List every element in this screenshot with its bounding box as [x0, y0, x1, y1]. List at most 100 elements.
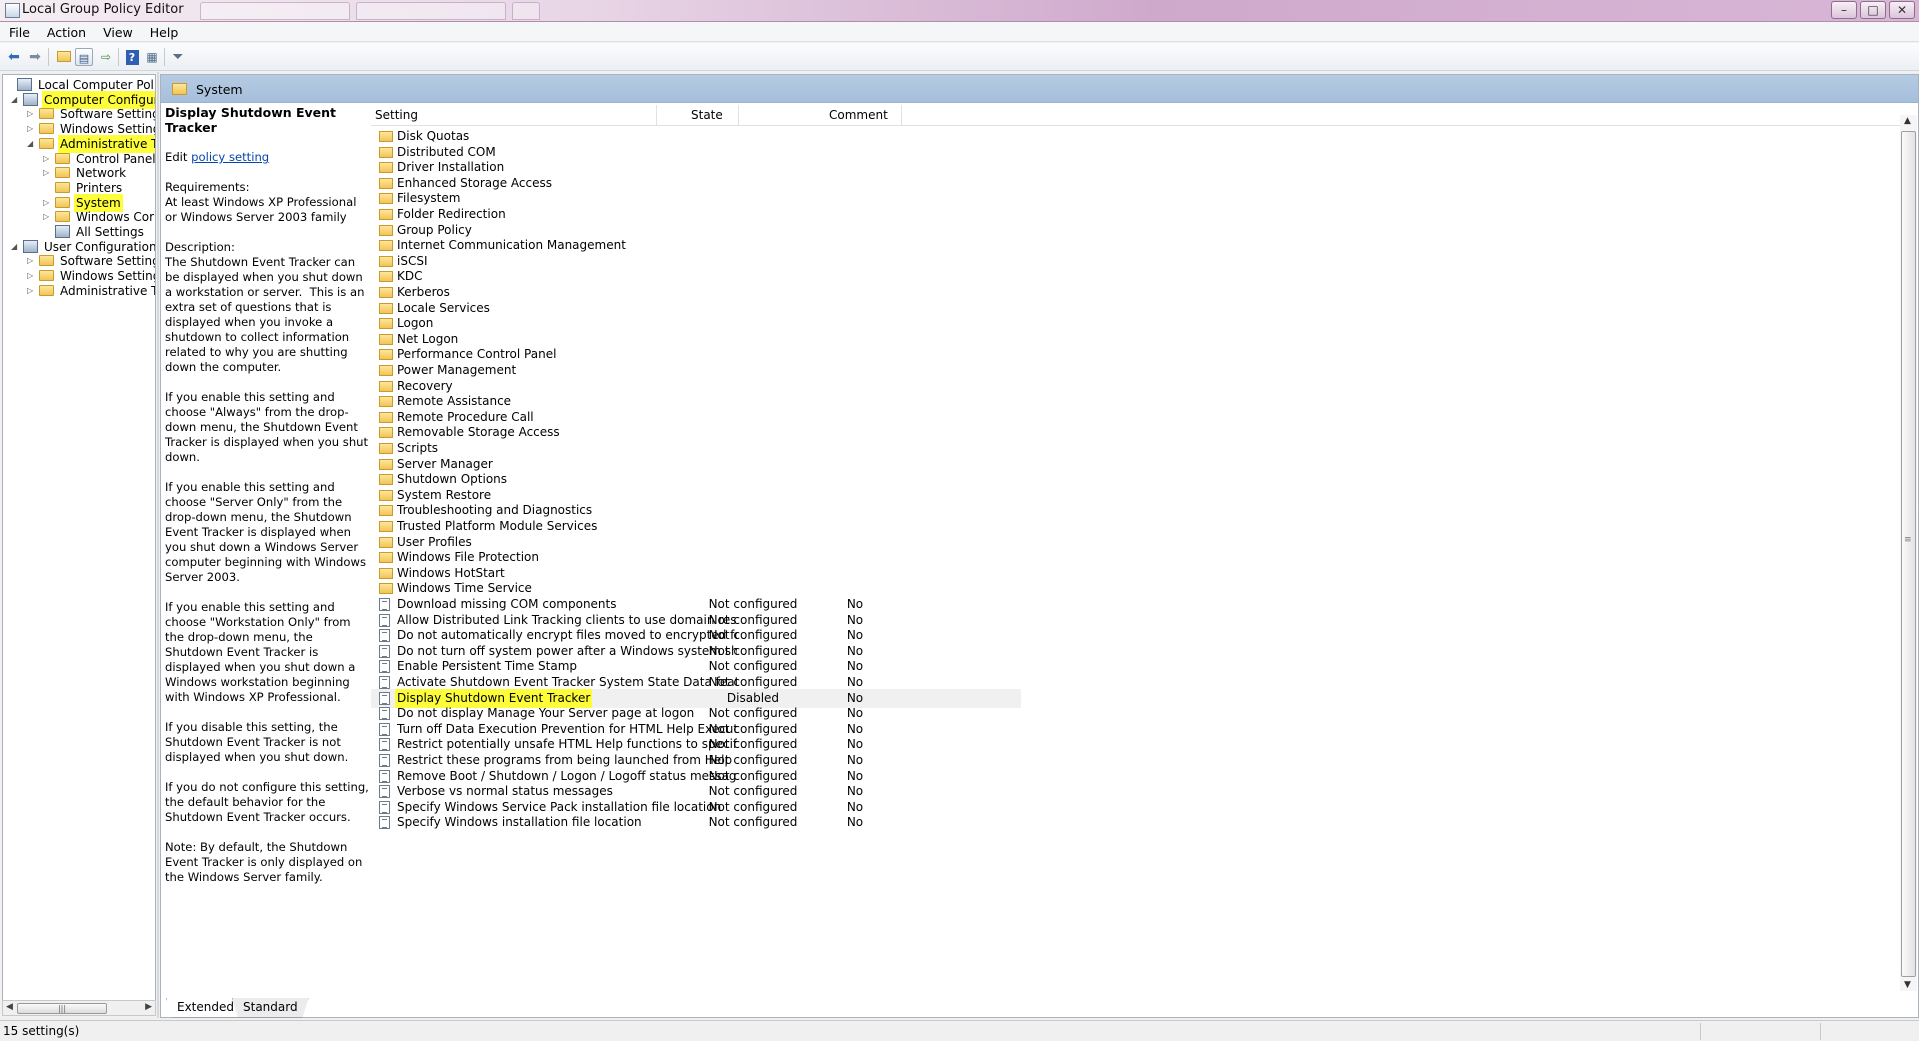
- setting-comment: No: [846, 815, 864, 830]
- policy-setting-icon: [379, 676, 390, 689]
- policy-setting-icon: [379, 691, 390, 705]
- folder-icon: [55, 181, 70, 193]
- folder-icon: [39, 137, 54, 149]
- description-paragraph: If you do not configure this setting, th…: [165, 780, 373, 824]
- expand-arrow-icon[interactable]: ▷: [27, 282, 37, 300]
- folder-icon: [379, 255, 393, 267]
- description-body: Requirements: At least Windows XP Profes…: [165, 180, 370, 885]
- scroll-grip-icon: ≡: [1904, 535, 1912, 545]
- menu-action[interactable]: Action: [38, 22, 94, 41]
- folder-icon: [379, 209, 393, 220]
- edit-policy-line: Edit policy setting: [165, 150, 370, 165]
- title-bar: Local Group Policy Editor – □ ✕: [0, 0, 1919, 22]
- expand-arrow-icon[interactable]: ▷: [43, 164, 53, 182]
- extended-view-icon[interactable]: ▦: [143, 48, 161, 66]
- new-tab[interactable]: [512, 2, 540, 20]
- close-button[interactable]: ✕: [1889, 1, 1915, 19]
- status-bar: 15 setting(s): [0, 1020, 1919, 1041]
- expanded-arrow-icon[interactable]: ◢: [27, 135, 37, 153]
- scroll-thumb[interactable]: [1901, 131, 1916, 977]
- folder-icon: [379, 240, 393, 252]
- folder-icon: [379, 224, 393, 236]
- folder-icon: [379, 287, 393, 298]
- tree-horizontal-scrollbar[interactable]: ◀ ||| ▶: [2, 1000, 156, 1016]
- description-panel: Display Shutdown Event Tracker Edit poli…: [165, 105, 370, 900]
- folder-icon: [379, 458, 393, 470]
- folder-icon: [39, 123, 54, 135]
- policy-setting-icon: [379, 816, 390, 830]
- setting-row[interactable]: Specify Windows installation file locati…: [371, 813, 1021, 832]
- help-icon[interactable]: ?: [123, 48, 141, 66]
- folder-icon: [379, 318, 393, 330]
- scroll-left-icon[interactable]: ◀: [6, 1002, 13, 1012]
- filter-icon[interactable]: ⏷: [169, 48, 187, 66]
- folder-icon: [39, 284, 54, 296]
- scroll-up-icon[interactable]: ▲: [1904, 116, 1911, 126]
- folder-icon: [55, 167, 70, 179]
- app-icon: [5, 3, 20, 18]
- folder-icon: [379, 505, 393, 517]
- folder-icon: [379, 271, 393, 283]
- folder-icon: [379, 521, 393, 532]
- policy-setting-icon: [379, 598, 390, 611]
- menu-help[interactable]: Help: [141, 22, 187, 41]
- details-pane: System Display Shutdown Event Tracker Ed…: [160, 74, 1919, 1018]
- tree-item-label: Administrative Te: [60, 283, 156, 298]
- menu-file[interactable]: File: [0, 22, 38, 41]
- window-title: Local Group Policy Editor: [22, 2, 184, 17]
- scroll-right-icon[interactable]: ▶: [145, 1002, 152, 1012]
- folder-icon: [379, 411, 393, 423]
- description-paragraph: Description: The Shutdown Event Tracker …: [165, 240, 365, 374]
- folder-icon: [379, 380, 393, 392]
- maximize-button[interactable]: □: [1860, 1, 1886, 19]
- location-header: System: [161, 75, 1918, 103]
- expanded-arrow-icon[interactable]: ◢: [11, 238, 21, 256]
- folder-icon: [379, 177, 393, 189]
- forward-arrow-icon[interactable]: ➡: [26, 48, 44, 66]
- up-folder-icon[interactable]: [55, 48, 73, 66]
- folder-icon: [172, 83, 187, 95]
- folder-icon: [39, 255, 54, 267]
- menu-view[interactable]: View: [94, 22, 141, 41]
- computer-icon: [23, 92, 38, 106]
- folder-icon: [379, 131, 393, 142]
- column-setting[interactable]: Setting: [375, 108, 418, 122]
- minimize-button[interactable]: –: [1831, 1, 1857, 19]
- column-comment[interactable]: Comment: [829, 108, 888, 122]
- policy-setting-icon: [379, 785, 390, 799]
- folder-icon: [379, 536, 393, 548]
- folder-icon: [379, 333, 393, 345]
- policy-setting-icon: [379, 613, 390, 627]
- folder-icon: [379, 474, 393, 486]
- background-tab[interactable]: [356, 2, 506, 20]
- expanded-arrow-icon[interactable]: ◢: [11, 91, 21, 109]
- tab-standard[interactable]: Standard: [232, 998, 309, 1018]
- description-paragraph: If you enable this setting and choose "A…: [165, 390, 372, 464]
- folder-icon: [39, 108, 54, 120]
- description-title: Display Shutdown Event Tracker: [165, 105, 337, 135]
- folder-icon: [55, 196, 70, 208]
- scroll-down-icon[interactable]: ▼: [1904, 980, 1911, 990]
- policy-setting-icon: [379, 707, 390, 721]
- expand-arrow-icon[interactable]: ▷: [43, 208, 53, 226]
- list-vertical-scrollbar[interactable]: ▲ ≡ ▼: [1900, 115, 1917, 991]
- console-tree[interactable]: Local Computer Policy◢Computer Configura…: [2, 74, 156, 1016]
- back-arrow-icon[interactable]: ⬅: [5, 48, 23, 66]
- status-text: 15 setting(s): [3, 1024, 80, 1038]
- folder-icon: [379, 583, 393, 595]
- pane-splitter[interactable]: [157, 72, 159, 1018]
- folder-icon: [379, 365, 393, 376]
- description-paragraph: Note: By default, the Shutdown Event Tra…: [165, 840, 367, 884]
- folder-icon: [379, 162, 393, 174]
- column-state[interactable]: State: [691, 108, 773, 122]
- scroll-thumb[interactable]: |||: [17, 1003, 107, 1014]
- column-header: Setting State Comment: [371, 105, 1911, 126]
- folder-icon: [379, 427, 393, 439]
- export-list-icon[interactable]: ⇨: [97, 48, 115, 66]
- settings-list: Setting State Comment Disk Quotas Distrib…: [371, 105, 1911, 985]
- show-hide-tree-icon[interactable]: ▤: [75, 48, 93, 66]
- folder-icon: [379, 302, 393, 314]
- edit-policy-link[interactable]: policy setting: [191, 150, 269, 164]
- background-tab[interactable]: [200, 2, 350, 20]
- folder-icon: [379, 552, 393, 564]
